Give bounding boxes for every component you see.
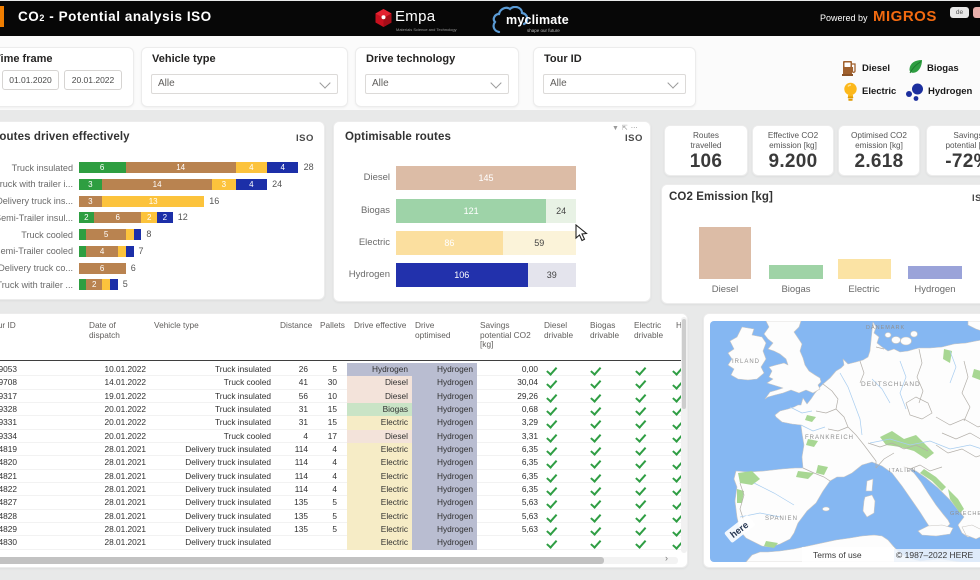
svg-text:SPANIEN: SPANIEN (765, 516, 798, 522)
svg-text:FRANKREICH: FRANKREICH (805, 435, 854, 441)
svg-text:Terms of use: Terms of use (813, 550, 862, 560)
svg-text:© 1987–2022 HERE: © 1987–2022 HERE (896, 550, 973, 560)
svg-text:ITALIEN: ITALIEN (889, 468, 916, 474)
svg-text:GRIECHENL: GRIECHENL (950, 511, 980, 517)
svg-text:DEUTSCHLAND: DEUTSCHLAND (861, 381, 921, 388)
svg-text:IRLAND: IRLAND (732, 359, 760, 365)
svg-text:DÄNEMARK: DÄNEMARK (866, 324, 905, 331)
